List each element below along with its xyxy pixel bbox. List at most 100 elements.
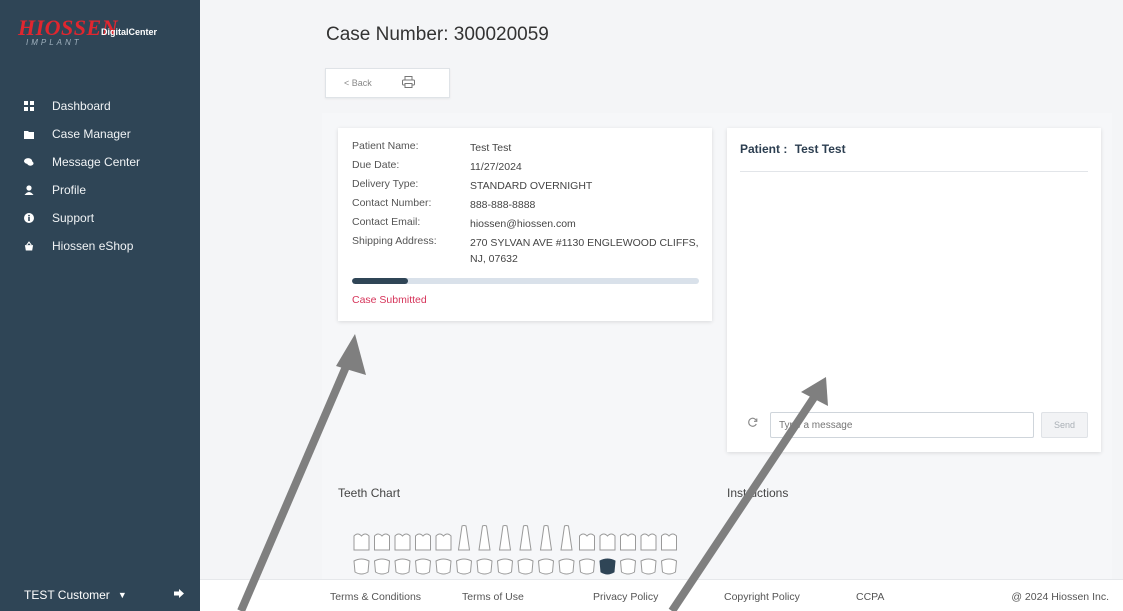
info-label: Delivery Type:	[352, 178, 419, 190]
info-value: 888-888-8888	[470, 199, 536, 211]
tooth-upper-14[interactable]	[620, 533, 636, 551]
tooth-upper-7[interactable]	[478, 525, 491, 551]
tooth-lower-15[interactable]	[640, 558, 657, 575]
sidebar-item-message-center[interactable]: Message Center	[0, 148, 200, 176]
info-value: hiossen@hiossen.com	[470, 218, 576, 230]
info-row-due-date: Due Date: 11/27/2024	[352, 159, 706, 175]
tooth-lower-6[interactable]	[455, 558, 473, 575]
tooth-lower-4[interactable]	[414, 558, 432, 575]
user-icon	[24, 185, 34, 195]
sidebar-item-label: Profile	[52, 183, 87, 197]
info-row-delivery-type: Delivery Type: STANDARD OVERNIGHT	[352, 178, 706, 194]
logout-icon[interactable]	[174, 589, 184, 601]
chat-header: Patient : Test Test	[740, 142, 846, 156]
message-input[interactable]	[770, 412, 1034, 438]
tooth-upper-2[interactable]	[374, 533, 390, 551]
tooth-lower-13[interactable]	[599, 558, 616, 575]
tooth-lower-14[interactable]	[619, 558, 637, 575]
case-info-card: Patient Name: Test Test Due Date: 11/27/…	[338, 128, 712, 321]
caret-down-icon: ▼	[117, 590, 127, 600]
tooth-upper-5[interactable]	[435, 533, 452, 551]
info-label: Due Date:	[352, 159, 400, 171]
info-label: Contact Number:	[352, 197, 432, 209]
tooth-lower-16[interactable]	[660, 558, 678, 575]
footer-link-privacy-policy[interactable]: Privacy Policy	[593, 591, 658, 603]
sidebar-item-case-manager[interactable]: Case Manager	[0, 120, 200, 148]
page-footer: Terms & Conditions Terms of Use Privacy …	[200, 579, 1123, 611]
tooth-upper-16[interactable]	[661, 533, 677, 551]
tooth-lower-8[interactable]	[496, 558, 514, 575]
tooth-lower-5[interactable]	[435, 558, 452, 575]
sidebar-item-label: Case Manager	[52, 127, 131, 141]
chat-patient-name: Test Test	[794, 142, 846, 156]
tooth-upper-1[interactable]	[353, 533, 370, 551]
logo-product-name: DigitalCenter	[101, 27, 158, 37]
case-progress-bar	[352, 278, 699, 284]
info-row-contact-number: Contact Number: 888-888-8888	[352, 197, 706, 213]
send-button[interactable]: Send	[1041, 412, 1088, 438]
sidebar-item-label: Dashboard	[52, 99, 111, 113]
print-icon[interactable]	[401, 75, 415, 91]
back-button[interactable]: < Back	[344, 78, 372, 88]
tooth-upper-15[interactable]	[640, 533, 657, 551]
chat-icon	[24, 157, 34, 167]
tooth-lower-10[interactable]	[537, 558, 555, 575]
tooth-upper-13[interactable]	[599, 533, 616, 551]
info-value: Test Test	[470, 142, 512, 154]
case-progress-fill	[352, 278, 408, 284]
sidebar-item-eshop[interactable]: Hiossen eShop	[0, 232, 200, 260]
sidebar-nav: Dashboard Case Manager Message Center Pr…	[0, 92, 200, 260]
tooth-lower-12[interactable]	[578, 558, 596, 575]
patient-chat-card: Patient : Test Test Send	[727, 128, 1101, 452]
info-label: Shipping Address:	[352, 235, 437, 247]
footer-link-copyright-policy[interactable]: Copyright Policy	[724, 591, 800, 603]
info-value: 11/27/2024	[470, 161, 522, 173]
tooth-upper-12[interactable]	[579, 533, 595, 551]
dashboard-icon	[24, 101, 34, 111]
tooth-lower-7[interactable]	[476, 558, 493, 575]
case-toolbar: < Back	[325, 68, 450, 98]
case-status: Case Submitted	[352, 294, 427, 306]
info-row-patient-name: Patient Name: Test Test	[352, 140, 706, 156]
sidebar: HIOSSEN IMPLANT DigitalCenter Dashboard …	[0, 0, 200, 611]
sidebar-item-profile[interactable]: Profile	[0, 176, 200, 204]
tooth-upper-8[interactable]	[498, 525, 512, 551]
divider	[740, 171, 1088, 172]
instructions-title: Instructions	[727, 486, 789, 500]
tooth-lower-2[interactable]	[373, 558, 391, 575]
info-row-contact-email: Contact Email: hiossen@hiossen.com	[352, 216, 706, 232]
info-value: 270 SYLVAN AVE #1130 ENGLEWOOD CLIFFS, N…	[470, 237, 699, 265]
sidebar-item-label: Hiossen eShop	[52, 239, 134, 253]
tooth-lower-1[interactable]	[353, 558, 370, 575]
footer-link-ccpa[interactable]: CCPA	[856, 591, 884, 603]
tooth-lower-3[interactable]	[394, 558, 411, 575]
tooth-upper-6[interactable]	[457, 525, 471, 551]
teeth-chart-svg[interactable]	[352, 520, 692, 580]
folder-icon	[24, 129, 34, 139]
info-row-shipping-address: Shipping Address: 270 SYLVAN AVE #1130 E…	[352, 235, 706, 267]
refresh-icon[interactable]	[747, 417, 758, 431]
teeth-chart-title: Teeth Chart	[338, 486, 401, 500]
tooth-upper-11[interactable]	[560, 525, 573, 551]
user-menu[interactable]: TEST Customer ▼	[0, 579, 200, 611]
info-value: STANDARD OVERNIGHT	[470, 180, 593, 192]
tooth-upper-10[interactable]	[539, 525, 553, 551]
tooth-lower-11[interactable]	[558, 558, 575, 575]
sidebar-item-dashboard[interactable]: Dashboard	[0, 92, 200, 120]
sidebar-item-label: Message Center	[52, 155, 141, 169]
tooth-upper-9[interactable]	[519, 525, 532, 551]
sidebar-item-support[interactable]: Support	[0, 204, 200, 232]
teeth-chart[interactable]	[352, 520, 692, 580]
tooth-upper-3[interactable]	[394, 533, 411, 551]
hiossen-logo[interactable]: HIOSSEN IMPLANT DigitalCenter	[18, 17, 157, 48]
tooth-lower-9[interactable]	[517, 558, 534, 575]
info-label: Patient Name:	[352, 140, 419, 152]
tooth-upper-4[interactable]	[415, 533, 431, 551]
footer-copyright: @ 2024 Hiossen Inc.	[1011, 591, 1109, 603]
footer-link-terms-of-use[interactable]: Terms of Use	[462, 591, 524, 603]
user-name: TEST Customer	[24, 588, 110, 602]
info-label: Contact Email:	[352, 216, 421, 228]
info-icon	[24, 213, 34, 223]
sidebar-item-label: Support	[52, 211, 95, 225]
footer-link-terms-conditions[interactable]: Terms & Conditions	[330, 591, 421, 603]
